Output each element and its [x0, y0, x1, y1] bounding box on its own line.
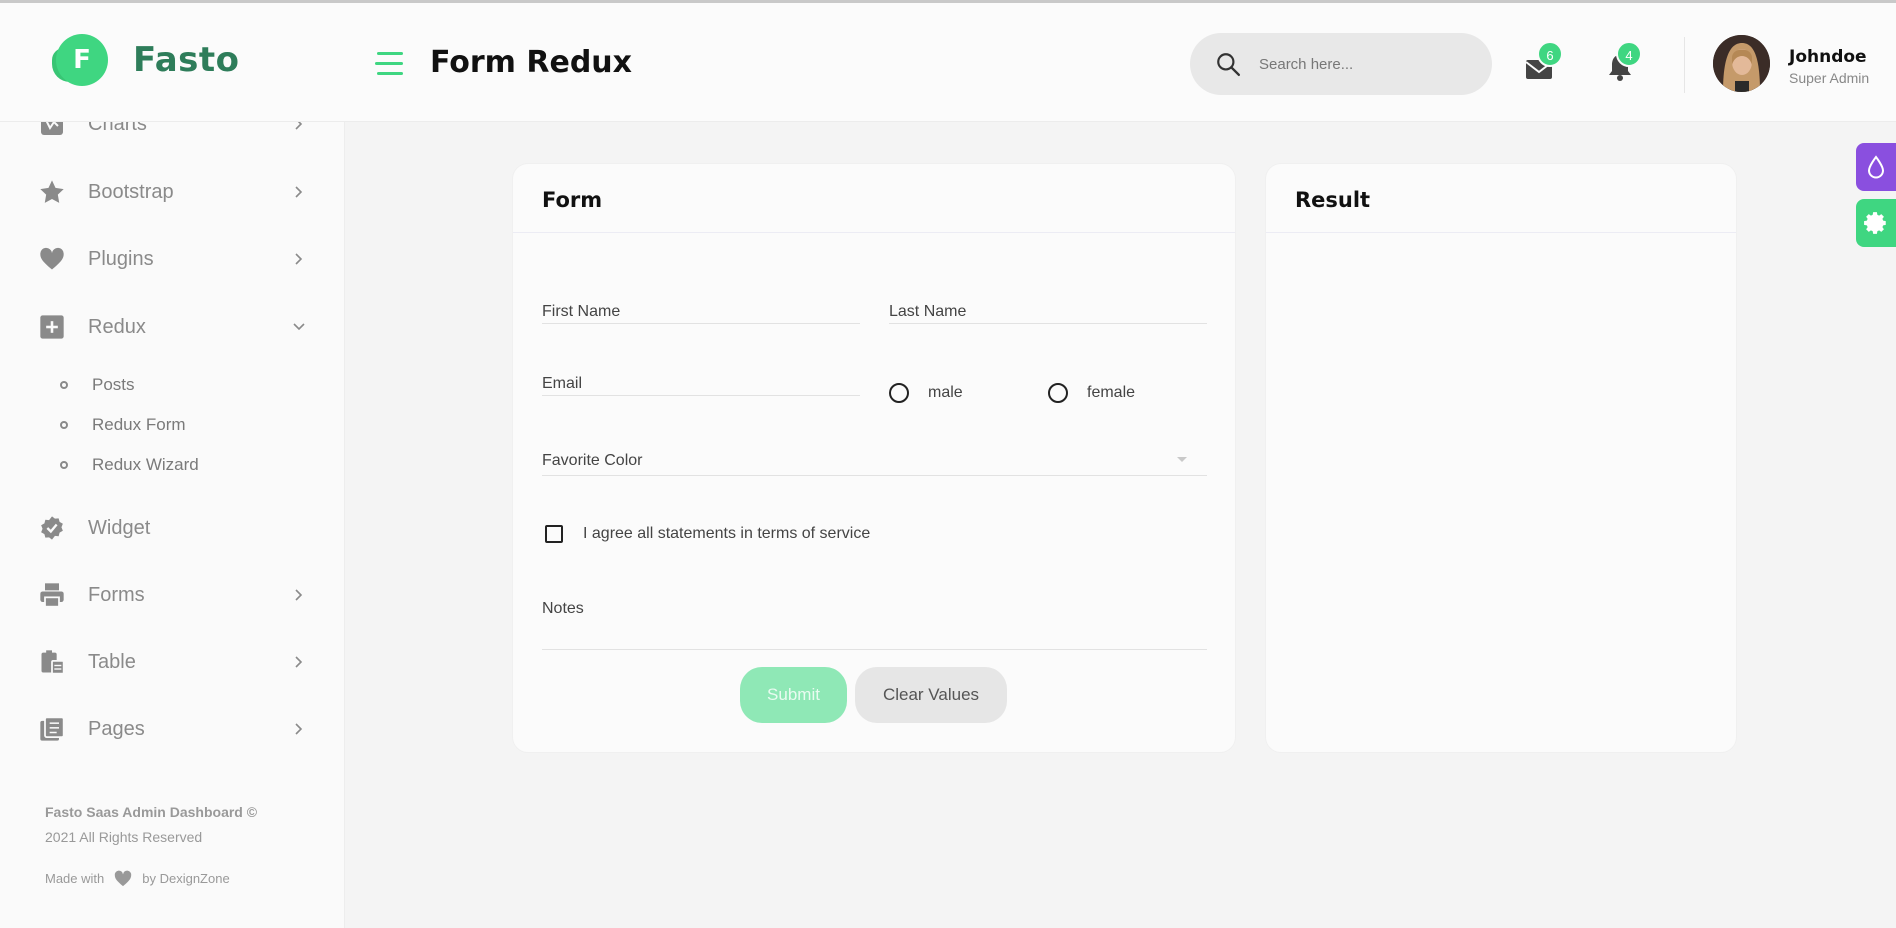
form-card: Form male female Favorite Color I agree …: [512, 163, 1236, 753]
sidebar-item-label: Redux: [88, 315, 146, 338]
notes-field[interactable]: [542, 594, 1207, 650]
notes-textarea[interactable]: [542, 600, 1207, 640]
sidebar-item-label: Bootstrap: [88, 180, 174, 203]
notification-count-badge: 4: [1616, 41, 1642, 67]
search-bar[interactable]: [1190, 33, 1492, 95]
card-divider: [1266, 232, 1736, 233]
menu-toggle-icon[interactable]: [375, 52, 403, 78]
bullet-icon: [60, 381, 68, 389]
bullet-icon: [60, 461, 68, 469]
gender-radio-female[interactable]: female: [1048, 383, 1135, 403]
sidebar-subitem-label: Redux Form: [92, 415, 186, 434]
chevron-right-icon: [295, 122, 303, 130]
footer-copyright: Fasto Saas Admin Dashboard ©: [45, 804, 258, 820]
terms-checkbox[interactable]: I agree all statements in terms of servi…: [545, 525, 870, 543]
footer-author: by DexignZone: [142, 870, 230, 886]
sidebar-item-label: Plugins: [88, 247, 154, 270]
chevron-right-icon: [295, 589, 303, 601]
chevron-right-icon: [295, 723, 303, 735]
result-card: Result: [1265, 163, 1737, 753]
sidebar-item-label: Charts: [88, 122, 147, 135]
droplet-icon: [1867, 155, 1885, 179]
first-name-field[interactable]: [542, 284, 860, 324]
radio-circle[interactable]: [1048, 383, 1068, 403]
sidebar-item-table[interactable]: Table: [0, 642, 344, 682]
radio-label: male: [928, 384, 963, 401]
favorite-color-select[interactable]: Favorite Color: [542, 436, 1207, 476]
mail-count-badge: 6: [1537, 41, 1563, 67]
first-name-input[interactable]: [542, 303, 860, 321]
settings-button[interactable]: [1856, 199, 1896, 247]
sidebar-item-pages[interactable]: Pages: [0, 709, 344, 749]
heart-icon: [115, 870, 132, 887]
logo-mark-icon: F: [52, 34, 108, 86]
terms-label: I agree all statements in terms of servi…: [583, 525, 871, 542]
chevron-right-icon: [295, 656, 303, 668]
bullet-icon: [60, 421, 68, 429]
form-card-title: Form: [542, 188, 603, 212]
sidebar-item-bootstrap[interactable]: Bootstrap: [0, 172, 344, 212]
sidebar-subitem-redux-form[interactable]: Redux Form: [0, 411, 344, 439]
gender-radio-male[interactable]: male: [889, 383, 963, 403]
chart-icon: [41, 122, 63, 135]
email-input[interactable]: [542, 375, 860, 393]
favorite-color-label: Favorite Color: [542, 452, 643, 469]
sidebar-item-forms[interactable]: Forms: [0, 575, 344, 615]
sidebar-item-charts[interactable]: Charts: [0, 122, 344, 144]
sidebar-item-label: Widget: [88, 516, 151, 539]
sidebar-item-label: Forms: [88, 583, 145, 606]
chevron-down-icon: [293, 323, 305, 331]
sidebar-subitem-label: Redux Wizard: [92, 455, 199, 474]
theme-color-button[interactable]: [1856, 143, 1896, 191]
last-name-input[interactable]: [889, 303, 1207, 321]
printer-icon: [40, 583, 64, 608]
sidebar: Charts Bootstrap Plugins Redux Posts Red…: [0, 122, 345, 928]
sidebar-item-redux[interactable]: Redux: [0, 307, 344, 347]
sidebar-item-label: Table: [88, 650, 136, 673]
sidebar-item-plugins[interactable]: Plugins: [0, 239, 344, 279]
top-header: F Fasto Form Redux 6 4 Johndoe Super Adm…: [0, 3, 1896, 122]
star-icon: [40, 180, 64, 203]
badge-check-icon: [41, 516, 63, 540]
sidebar-subitem-label: Posts: [92, 375, 135, 394]
last-name-field[interactable]: [889, 284, 1207, 324]
result-card-title: Result: [1295, 188, 1371, 212]
clipboard-table-icon: [41, 650, 65, 675]
plus-square-icon: [40, 315, 64, 339]
footer-rights: 2021 All Rights Reserved: [45, 829, 203, 845]
footer-made-with: Made with by DexignZone: [45, 869, 230, 887]
user-name: Johndoe: [1789, 47, 1867, 67]
card-divider: [513, 232, 1235, 233]
search-icon: [1217, 53, 1241, 77]
logo-mark-letter: F: [73, 45, 91, 75]
checkbox-box[interactable]: [545, 525, 563, 543]
sidebar-item-label: Pages: [88, 717, 145, 740]
sidebar-item-widget[interactable]: Widget: [0, 508, 344, 548]
brand-name: Fasto: [133, 40, 240, 80]
user-avatar[interactable]: [1713, 35, 1770, 92]
pages-icon: [40, 716, 65, 741]
page-title: Form Redux: [430, 45, 633, 80]
caret-down-icon: [1177, 457, 1187, 462]
heart-icon: [40, 247, 64, 270]
sidebar-subitem-redux-wizard[interactable]: Redux Wizard: [0, 451, 344, 479]
submit-button[interactable]: Submit: [740, 667, 847, 723]
radio-label: female: [1087, 384, 1136, 401]
sidebar-subitem-posts[interactable]: Posts: [0, 371, 344, 399]
chevron-right-icon: [295, 253, 303, 265]
brand-logo[interactable]: F Fasto: [52, 34, 240, 86]
email-field[interactable]: [542, 356, 860, 396]
search-input[interactable]: [1259, 55, 1459, 73]
gear-icon: [1864, 212, 1886, 234]
header-divider: [1684, 37, 1685, 93]
chevron-right-icon: [295, 186, 303, 198]
radio-circle[interactable]: [889, 383, 909, 403]
avatar-photo: [1713, 35, 1770, 92]
footer-made-with-text: Made with: [45, 870, 105, 886]
user-role: Super Admin: [1789, 70, 1870, 86]
clear-values-button[interactable]: Clear Values: [855, 667, 1007, 723]
